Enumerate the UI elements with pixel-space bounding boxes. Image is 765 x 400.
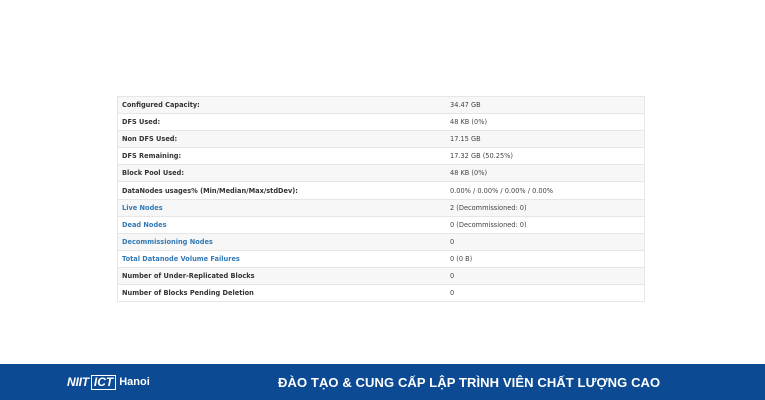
summary-row-value: 0 (Decommissioned: 0) [446,215,645,234]
logo-city-text: Hanoi [119,376,150,388]
summary-row-value: 48 KB (0%) [446,164,645,182]
summary-row-link[interactable]: Live Nodes [122,204,163,212]
summary-row-label: Live Nodes [117,198,446,217]
summary-row-value: 0 [446,266,645,285]
summary-row-value: 48 KB (0%) [446,113,645,131]
cluster-summary-table: Configured Capacity: 34.47 GB DFS Used: 48 … [117,95,645,303]
footer-slogan: ĐÀO TẠO & CUNG CẤP LẬP TRÌNH VIÊN CHẤT L… [278,375,661,390]
summary-row-value: 17.32 GB (50.25%) [446,147,645,165]
summary-row: Block Pool Used: 48 KB (0%) [117,164,645,182]
logo-niit-text: NIIT [67,375,89,389]
summary-row-label: Configured Capacity: [117,95,446,114]
summary-row-link[interactable]: Total Datanode Volume Failures [122,255,240,263]
summary-row: Decommissioning Nodes 0 [117,232,645,251]
cluster-summary-body: Configured Capacity: 34.47 GB DFS Used: 48 … [117,95,645,302]
footer-banner: NIIT ICT Hanoi ĐÀO TẠO & CUNG CẤP LẬP TR… [0,364,765,400]
summary-row-label: Total Datanode Volume Failures [117,249,446,268]
summary-row-value: 0 (0 B) [446,249,645,268]
summary-row-value: 0.00% / 0.00% / 0.00% / 0.00% [446,181,645,200]
summary-row: Number of Under-Replicated Blocks 0 [117,266,645,285]
summary-row: Non DFS Used: 17.15 GB [117,130,645,148]
summary-row-value: 34.47 GB [446,95,645,114]
summary-row-label: Decommissioning Nodes [117,232,446,251]
summary-row: Live Nodes 2 (Decommissioned: 0) [117,198,645,217]
logo-ict-text: ICT [90,374,117,390]
summary-row-label: DFS Remaining: [117,147,446,165]
summary-row: DataNodes usages% (Min/Median/Max/stdDev… [117,181,645,200]
summary-row: DFS Used: 48 KB (0%) [117,113,645,131]
summary-row: DFS Remaining: 17.32 GB (50.25%) [117,147,645,165]
summary-row-label: Number of Blocks Pending Deletion [117,284,446,302]
summary-row-label: Non DFS Used: [117,130,446,148]
niit-ict-logo: NIIT ICT Hanoi [67,373,150,391]
summary-row-value: 0 [446,284,645,302]
summary-row-value: 2 (Decommissioned: 0) [446,198,645,217]
summary-row: Configured Capacity: 34.47 GB [117,95,645,114]
summary-row-value: 0 [446,232,645,251]
summary-row-link[interactable]: Dead Nodes [122,221,167,229]
summary-row: Number of Blocks Pending Deletion 0 [117,284,645,302]
summary-row-label: Dead Nodes [117,215,446,234]
summary-row-label: DFS Used: [117,113,446,131]
summary-row-label: Block Pool Used: [117,164,446,182]
summary-row-value: 17.15 GB [446,130,645,148]
summary-row: Dead Nodes 0 (Decommissioned: 0) [117,215,645,234]
summary-row-label: Number of Under-Replicated Blocks [117,266,446,285]
summary-row-link[interactable]: Decommissioning Nodes [122,238,213,246]
summary-row: Total Datanode Volume Failures 0 (0 B) [117,249,645,268]
summary-row-label: DataNodes usages% (Min/Median/Max/stdDev… [117,181,446,200]
